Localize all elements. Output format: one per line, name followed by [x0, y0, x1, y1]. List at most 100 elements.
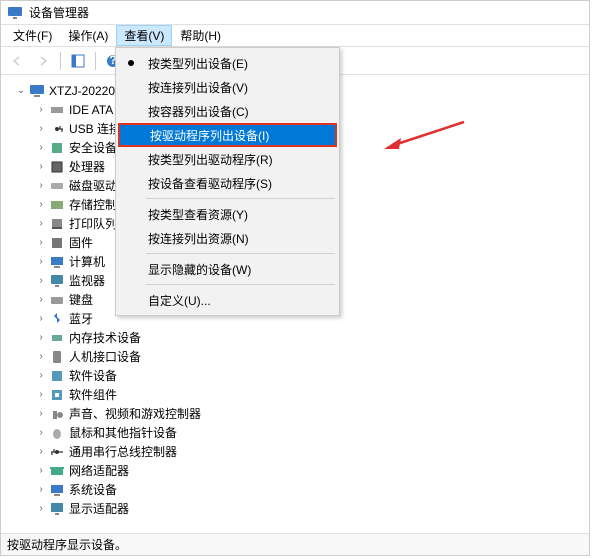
tree-item[interactable]: ›内存技术设备 [11, 328, 589, 347]
device-category-icon [49, 235, 65, 251]
toolbar-back-button[interactable] [5, 50, 29, 72]
device-manager-window: 设备管理器 文件(F) 操作(A) 查看(V) 帮助(H) ? 按类型列出设备(… [0, 0, 590, 556]
expand-icon[interactable]: › [35, 313, 47, 325]
device-category-icon [49, 444, 65, 460]
expand-icon[interactable]: › [35, 484, 47, 496]
tree-item[interactable]: › 软件设备 [11, 366, 589, 385]
device-category-icon [49, 273, 65, 289]
expand-icon[interactable]: › [35, 332, 47, 344]
tree-item[interactable]: › 通用串行总线控制器 [11, 442, 589, 461]
expand-icon[interactable]: › [35, 161, 47, 173]
tree-item-label: 蓝牙 [69, 310, 93, 327]
device-category-icon [49, 349, 65, 365]
tree-item[interactable]: › 显示适配器 [11, 499, 589, 518]
menu-item-label: 按连接列出设备(V) [148, 79, 248, 96]
menu-item-show-hidden[interactable]: 显示隐藏的设备(W) [118, 257, 337, 281]
expand-icon[interactable]: › [35, 237, 47, 249]
device-category-icon [49, 425, 65, 441]
menu-item-devices-by-driver[interactable]: 按驱动程序列出设备(I) [118, 123, 337, 147]
bullet-icon [128, 60, 134, 66]
device-category-icon [49, 463, 65, 479]
expand-icon[interactable]: › [35, 180, 47, 192]
menu-item-devices-by-container[interactable]: 按容器列出设备(C) [118, 99, 337, 123]
expand-icon[interactable]: › [35, 351, 47, 363]
menu-item-devices-by-connection[interactable]: 按连接列出设备(V) [118, 75, 337, 99]
menu-item-devices-by-type[interactable]: 按类型列出设备(E) [118, 51, 337, 75]
tree-item-label: 鼠标和其他指针设备 [69, 424, 177, 441]
expand-icon[interactable]: › [35, 389, 47, 401]
menu-item-label: 按设备查看驱动程序(S) [148, 175, 272, 192]
device-category-icon [49, 368, 65, 384]
tree-item-label: 处理器 [69, 158, 105, 175]
menu-item-label: 按容器列出设备(C) [148, 103, 249, 120]
tree-item[interactable]: › 网络适配器 [11, 461, 589, 480]
device-category-icon [49, 178, 65, 194]
tree-item[interactable]: ›系统设备 [11, 480, 589, 499]
monitor-icon [29, 83, 45, 99]
app-icon [7, 5, 23, 21]
tree-item-label: 计算机 [69, 253, 105, 270]
tree-item-label: 监视器 [69, 272, 105, 289]
menu-separator [146, 284, 335, 285]
menu-item-drivers-by-type[interactable]: 按类型列出驱动程序(R) [118, 147, 337, 171]
toolbar-separator [60, 52, 61, 70]
tree-item[interactable]: › 软件组件 [11, 385, 589, 404]
device-category-icon [49, 406, 65, 422]
expand-icon[interactable]: › [35, 446, 47, 458]
menu-item-resources-by-connection[interactable]: 按连接列出资源(N) [118, 226, 337, 250]
collapse-icon[interactable]: ⌄ [15, 85, 27, 97]
tree-item-label: 磁盘驱动 [69, 177, 117, 194]
expand-icon[interactable]: › [35, 218, 47, 230]
expand-icon[interactable]: › [35, 199, 47, 211]
expand-icon[interactable]: › [35, 465, 47, 477]
tree-item-label: 软件设备 [69, 367, 117, 384]
expand-icon[interactable]: › [35, 503, 47, 515]
tree-item[interactable]: › 声音、视频和游戏控制器 [11, 404, 589, 423]
device-category-icon [49, 121, 65, 137]
toolbar-forward-button[interactable] [31, 50, 55, 72]
toolbar-show-hide-button[interactable] [66, 50, 90, 72]
tree-root-label: XTZJ-20220 [49, 84, 115, 98]
tree-item-label: 网络适配器 [69, 462, 129, 479]
expand-icon[interactable]: › [35, 142, 47, 154]
device-category-icon [49, 254, 65, 270]
statusbar: 按驱动程序显示设备。 [1, 533, 589, 555]
tree-item-label: 通用串行总线控制器 [69, 443, 177, 460]
tree-item-label: 软件组件 [69, 386, 117, 403]
menu-file[interactable]: 文件(F) [5, 25, 60, 46]
expand-icon[interactable]: › [35, 256, 47, 268]
expand-icon[interactable]: › [35, 275, 47, 287]
expand-icon[interactable]: › [35, 370, 47, 382]
device-category-icon [49, 330, 65, 346]
expand-icon[interactable]: › [35, 123, 47, 135]
menu-view[interactable]: 查看(V) [116, 25, 172, 46]
device-category-icon [49, 387, 65, 403]
tree-item-label: 声音、视频和游戏控制器 [69, 405, 201, 422]
view-dropdown: 按类型列出设备(E) 按连接列出设备(V) 按容器列出设备(C) 按驱动程序列出… [115, 47, 340, 316]
menu-action[interactable]: 操作(A) [60, 25, 116, 46]
expand-icon[interactable]: › [35, 294, 47, 306]
expand-icon[interactable]: › [35, 427, 47, 439]
menu-item-label: 按连接列出资源(N) [148, 230, 249, 247]
menu-item-label: 显示隐藏的设备(W) [148, 261, 251, 278]
expand-icon[interactable]: › [35, 408, 47, 420]
device-category-icon [49, 159, 65, 175]
device-category-icon [49, 311, 65, 327]
tree-item[interactable]: › 鼠标和其他指针设备 [11, 423, 589, 442]
tree-item-label: 固件 [69, 234, 93, 251]
device-category-icon [49, 102, 65, 118]
tree-item[interactable]: ›人机接口设备 [11, 347, 589, 366]
device-category-icon [49, 482, 65, 498]
tree-item-label: USB 连接 [69, 120, 121, 137]
menu-separator [146, 198, 335, 199]
statusbar-text: 按驱动程序显示设备。 [7, 536, 127, 553]
menu-help[interactable]: 帮助(H) [172, 25, 229, 46]
menu-item-drivers-by-device[interactable]: 按设备查看驱动程序(S) [118, 171, 337, 195]
expand-icon[interactable]: › [35, 104, 47, 116]
titlebar: 设备管理器 [1, 1, 589, 25]
menu-item-customize[interactable]: 自定义(U)... [118, 288, 337, 312]
device-category-icon [49, 501, 65, 517]
tree-item-label: 显示适配器 [69, 500, 129, 517]
menu-item-resources-by-type[interactable]: 按类型查看资源(Y) [118, 202, 337, 226]
window-title: 设备管理器 [29, 4, 89, 21]
